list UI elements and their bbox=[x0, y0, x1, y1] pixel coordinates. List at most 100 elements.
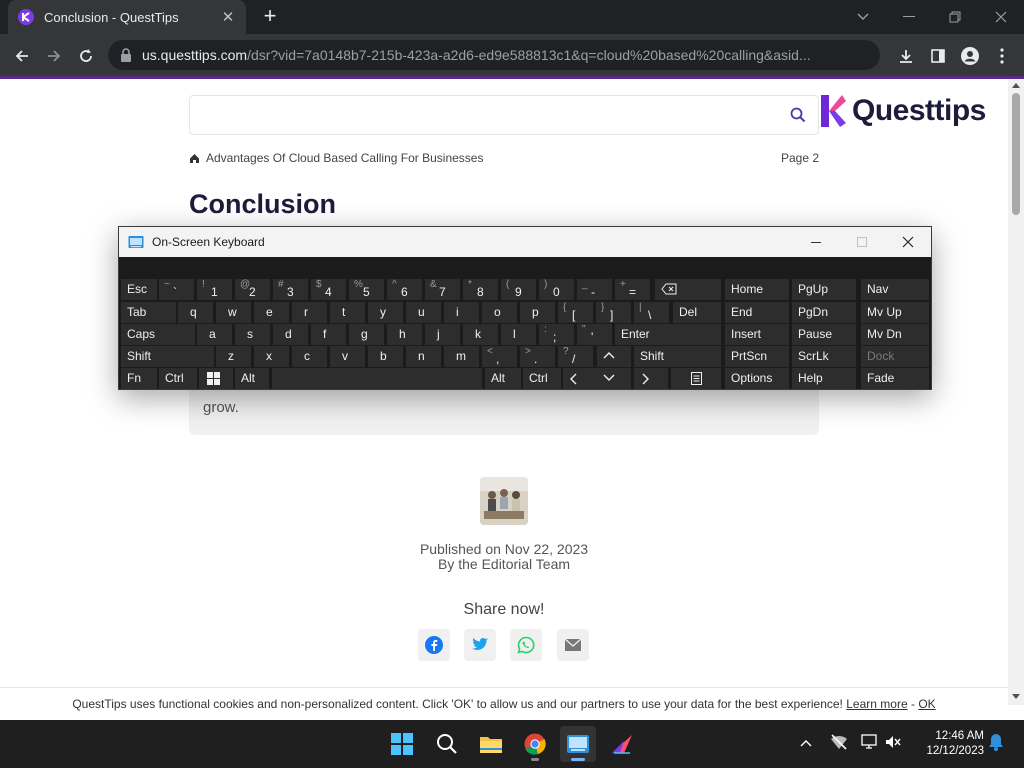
key-num-4[interactable]: $4 bbox=[311, 279, 346, 300]
scroll-thumb[interactable] bbox=[1012, 93, 1020, 215]
key-h[interactable]: h bbox=[387, 324, 422, 345]
key-num-3[interactable]: #3 bbox=[273, 279, 308, 300]
key-right-arrow[interactable] bbox=[634, 368, 668, 389]
key-w[interactable]: w bbox=[216, 302, 251, 323]
key-punct-z-1[interactable]: >. bbox=[520, 346, 555, 367]
learn-more-link[interactable]: Learn more bbox=[846, 697, 907, 711]
key-m[interactable]: m bbox=[444, 346, 479, 367]
tab-search-chevron-icon[interactable] bbox=[840, 0, 886, 34]
twitter-share-button[interactable] bbox=[464, 629, 496, 661]
restore-button[interactable] bbox=[932, 0, 978, 34]
key-bracket-1[interactable]: }] bbox=[596, 302, 631, 323]
key-punct-z-2[interactable]: ? / bbox=[558, 346, 593, 367]
key-ctrl-left[interactable]: Ctrl bbox=[159, 368, 197, 389]
menu-kebab-icon[interactable] bbox=[988, 42, 1016, 70]
key-up-arrow[interactable] bbox=[597, 346, 631, 367]
forward-button[interactable] bbox=[40, 42, 68, 70]
scroll-up-arrow-icon[interactable] bbox=[1012, 83, 1020, 88]
key-e[interactable]: e bbox=[254, 302, 289, 323]
key-num-0[interactable]: ~ ` bbox=[159, 279, 194, 300]
key-scrlk[interactable]: ScrLk bbox=[792, 346, 856, 367]
key-c[interactable]: c bbox=[292, 346, 327, 367]
key-d[interactable]: d bbox=[273, 324, 308, 345]
cookie-ok-link[interactable]: OK bbox=[918, 697, 935, 711]
key-mv-up[interactable]: Mv Up bbox=[861, 302, 929, 323]
file-explorer-button[interactable] bbox=[473, 726, 509, 762]
key-punct-0[interactable]: :; bbox=[539, 324, 574, 345]
network-off-icon[interactable] bbox=[830, 734, 848, 755]
downloads-icon[interactable] bbox=[892, 42, 920, 70]
key-home[interactable]: Home bbox=[725, 279, 789, 300]
email-share-button[interactable] bbox=[557, 629, 589, 661]
key-p[interactable]: p bbox=[520, 302, 555, 323]
new-tab-button[interactable]: + bbox=[258, 5, 282, 29]
key-i[interactable]: i bbox=[444, 302, 479, 323]
key-backspace[interactable] bbox=[655, 279, 721, 300]
key-end[interactable]: End bbox=[725, 302, 789, 323]
search-icon[interactable] bbox=[790, 107, 806, 123]
key-num-10[interactable]: ) 0 bbox=[539, 279, 574, 300]
key-bracket-0[interactable]: {[ bbox=[558, 302, 593, 323]
key-tab[interactable]: Tab bbox=[121, 302, 176, 323]
osk-taskbar-button[interactable] bbox=[560, 726, 596, 762]
key-num-7[interactable]: & 7 bbox=[425, 279, 460, 300]
questtips-logo[interactable]: Questtips bbox=[818, 93, 986, 129]
system-clock[interactable]: 12:46 AM 12/12/2023 bbox=[912, 729, 984, 759]
key-menu[interactable] bbox=[671, 368, 721, 389]
key-num-12[interactable]: + = bbox=[615, 279, 650, 300]
page-scrollbar[interactable] bbox=[1008, 79, 1024, 705]
key-pgup[interactable]: PgUp bbox=[792, 279, 856, 300]
key-caps[interactable]: Caps bbox=[121, 324, 195, 345]
key-ctrl-right[interactable]: Ctrl bbox=[523, 368, 561, 389]
key-help[interactable]: Help bbox=[792, 368, 856, 389]
back-button[interactable] bbox=[8, 42, 36, 70]
site-search-input[interactable] bbox=[189, 95, 819, 135]
taskbar-search-button[interactable] bbox=[429, 726, 465, 762]
key-mv-dn[interactable]: Mv Dn bbox=[861, 324, 929, 345]
key-num-2[interactable]: @2 bbox=[235, 279, 270, 300]
key-left-arrow[interactable] bbox=[563, 368, 597, 389]
osk-title-bar[interactable]: On-Screen Keyboard bbox=[119, 227, 931, 257]
scroll-down-arrow-icon[interactable] bbox=[1012, 694, 1020, 699]
key-fade[interactable]: Fade bbox=[861, 368, 929, 389]
close-window-button[interactable] bbox=[978, 0, 1024, 34]
url-text[interactable]: us.questtips.com/dsr?vid=7a0148b7-215b-4… bbox=[142, 47, 812, 63]
key-options[interactable]: Options bbox=[725, 368, 789, 389]
key-space[interactable] bbox=[272, 368, 482, 389]
key-u[interactable]: u bbox=[406, 302, 441, 323]
key-del[interactable]: Del bbox=[673, 302, 721, 323]
key-q[interactable]: q bbox=[178, 302, 213, 323]
breadcrumb-label[interactable]: Advantages Of Cloud Based Calling For Bu… bbox=[206, 151, 483, 165]
key-windows[interactable] bbox=[199, 368, 233, 389]
key-punct-1[interactable]: " ' bbox=[577, 324, 612, 345]
app-taskbar-button[interactable] bbox=[604, 726, 640, 762]
chrome-taskbar-button[interactable] bbox=[517, 726, 553, 762]
tab-close-icon[interactable]: ✕ bbox=[220, 8, 236, 26]
browser-tab[interactable]: Conclusion - QuestTips ✕ bbox=[8, 0, 246, 34]
key-r[interactable]: r bbox=[292, 302, 327, 323]
key-g[interactable]: g bbox=[349, 324, 384, 345]
key-fn[interactable]: Fn bbox=[121, 368, 157, 389]
side-panel-icon[interactable] bbox=[924, 42, 952, 70]
profile-avatar-icon[interactable] bbox=[956, 42, 984, 70]
address-bar[interactable]: us.questtips.com/dsr?vid=7a0148b7-215b-4… bbox=[108, 40, 880, 70]
key-y[interactable]: y bbox=[368, 302, 403, 323]
key-num-1[interactable]: ! 1 bbox=[197, 279, 232, 300]
key-shift-left[interactable]: Shift bbox=[121, 346, 214, 367]
key-o[interactable]: o bbox=[482, 302, 517, 323]
tray-overflow-chevron-icon[interactable] bbox=[800, 734, 812, 752]
key-x[interactable]: x bbox=[254, 346, 289, 367]
whatsapp-share-button[interactable] bbox=[510, 629, 542, 661]
key-num-11[interactable]: _ - bbox=[577, 279, 612, 300]
key-alt-right[interactable]: Alt bbox=[485, 368, 521, 389]
key-k[interactable]: k bbox=[463, 324, 498, 345]
start-button[interactable] bbox=[384, 726, 420, 762]
key-punct-z-0[interactable]: <, bbox=[482, 346, 517, 367]
key-insert[interactable]: Insert bbox=[725, 324, 789, 345]
key-num-6[interactable]: ^ 6 bbox=[387, 279, 422, 300]
key-n[interactable]: n bbox=[406, 346, 441, 367]
key-bracket-2[interactable]: | \ bbox=[634, 302, 669, 323]
key-alt-left[interactable]: Alt bbox=[235, 368, 269, 389]
minimize-button[interactable] bbox=[886, 0, 932, 34]
lock-icon[interactable] bbox=[120, 48, 132, 62]
